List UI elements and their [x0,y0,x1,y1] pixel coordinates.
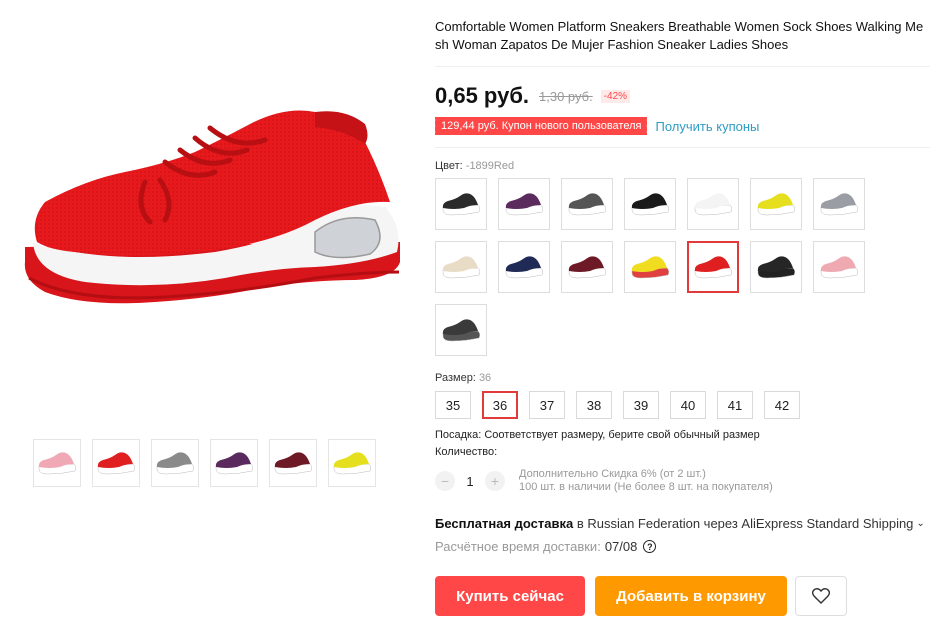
color-swatch[interactable] [813,241,865,293]
shoe-icon [694,256,733,279]
stock-info: 100 шт. в наличии (Не более 8 шт. на пок… [519,481,773,493]
color-swatch[interactable] [750,178,802,230]
eta-label: Расчётное время доставки: [435,539,601,554]
size-option[interactable]: 42 [764,391,800,419]
color-label-text: Цвет: [435,160,463,172]
shoe-icon [631,193,670,216]
shoe-icon [38,452,77,475]
color-swatches [435,178,930,356]
gallery-thumbnail[interactable] [210,439,258,487]
old-price: 1,30 руб. [539,88,593,104]
delivery-eta-row: Расчётное время доставки: 07/08 ? [435,539,930,554]
shoe-icon [442,319,481,342]
shoe-icon [820,193,859,216]
shoe-icon [757,256,796,279]
question-icon[interactable]: ? [643,540,657,553]
size-selected-value: 36 [478,372,492,384]
color-label: Цвет: -1899Red [435,160,930,172]
size-options: 35 36 37 38 39 40 41 42 [435,391,930,419]
shoe-icon [505,193,544,216]
gallery-thumbnail[interactable] [33,439,81,487]
size-option[interactable]: 40 [670,391,706,419]
shoe-icon [694,193,733,216]
shoe-icon [568,256,607,279]
shoe-icon [631,256,670,279]
size-option[interactable]: 36 [482,391,518,419]
eta-date: 07/08 [604,539,638,554]
color-swatch[interactable] [813,178,865,230]
color-swatch[interactable] [435,304,487,356]
product-title: Comfortable Women Platform Sneakers Brea… [435,19,924,52]
gallery-thumbnail[interactable] [92,439,140,487]
quantity-stepper: − 1 + Дополнительно Скидка 6% (от 2 шт.)… [435,468,930,494]
buy-now-button[interactable]: Купить сейчас [435,576,585,616]
color-swatch[interactable] [750,241,802,293]
bulk-discount-info: Дополнительно Скидка 6% (от 2 шт.) [519,468,706,480]
size-option[interactable]: 35 [435,391,471,419]
shoe-icon [820,256,859,279]
heart-icon [812,588,830,604]
size-label-text: Размер: [435,372,476,384]
size-option[interactable]: 38 [576,391,612,419]
shoe-icon [97,452,136,475]
shipping-details: в Russian Federation через AliExpress St… [573,516,914,531]
gallery-thumbnail[interactable] [151,439,199,487]
color-swatch[interactable] [498,241,550,293]
action-buttons: Купить сейчас Добавить в корзину [435,576,930,616]
gallery-thumbnail[interactable] [328,439,376,487]
shoe-icon [333,452,372,475]
shoe-icon [274,452,313,475]
get-coupons-link[interactable]: Получить купоны [655,119,759,134]
size-option[interactable]: 37 [529,391,565,419]
size-option[interactable]: 39 [623,391,659,419]
shoe-icon [442,193,481,216]
quantity-label: Количество: [435,446,498,458]
free-shipping-label: Бесплатная доставка [435,516,574,531]
main-shoe-illustration [24,110,400,304]
quantity-info: Дополнительно Скидка 6% (от 2 шт.) 100 ш… [519,468,773,494]
color-swatch[interactable] [687,178,739,230]
fit-note: Посадка: Соответствует размеру, берите с… [435,429,760,441]
gallery-thumbnail[interactable] [269,439,317,487]
quantity-value[interactable]: 1 [455,474,485,489]
coupon-badge: 129,44 руб. Купон нового пользователя [432,117,648,135]
wishlist-button[interactable] [795,576,847,616]
size-option[interactable]: 41 [717,391,753,419]
product-info-panel: Comfortable Women Platform Sneakers Brea… [432,18,930,616]
quantity-decrease-button[interactable]: − [435,471,455,491]
chevron-down-icon[interactable]: ⌄ [916,518,924,529]
thumbnail-strip [33,439,376,487]
color-swatch[interactable] [561,241,613,293]
color-swatch[interactable] [624,241,676,293]
shoe-icon [156,452,195,475]
main-product-image[interactable] [15,102,403,342]
coupon-row: 129,44 руб. Купон нового пользователя По… [432,117,930,135]
color-swatch[interactable] [435,241,487,293]
color-swatch[interactable] [624,178,676,230]
color-swatch[interactable] [687,241,739,293]
shoe-icon [505,256,544,279]
shoe-icon [568,193,607,216]
size-label: Размер: 36 [435,372,930,384]
shoe-icon [442,256,481,279]
shipping-row[interactable]: Бесплатная доставка в Russian Federation… [435,516,930,531]
add-to-cart-button[interactable]: Добавить в корзину [595,576,787,616]
color-swatch[interactable] [435,178,487,230]
discount-badge: -42% [600,89,631,103]
color-swatch[interactable] [498,178,550,230]
shoe-icon [757,193,796,216]
color-swatch[interactable] [561,178,613,230]
price-row: 0,65 руб. 1,30 руб. -42% [435,83,930,109]
shoe-icon [215,452,254,475]
color-selected-value: -1899Red [465,160,515,172]
current-price: 0,65 руб. [435,83,530,108]
coupon-divider [435,147,930,148]
quantity-increase-button[interactable]: + [485,471,505,491]
title-divider [435,66,930,67]
